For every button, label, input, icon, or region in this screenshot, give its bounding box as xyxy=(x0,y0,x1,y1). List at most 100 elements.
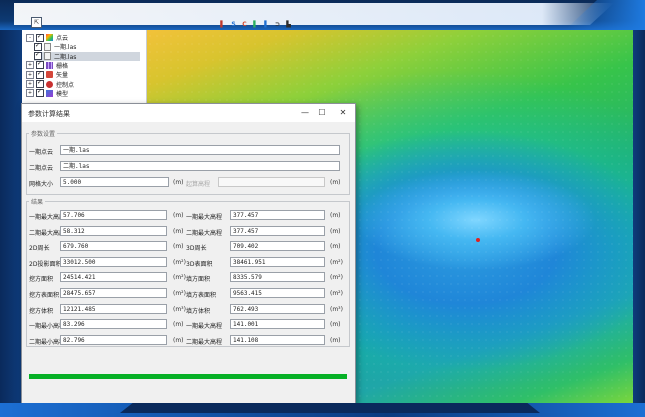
tree-item-label: 矢量 xyxy=(56,72,69,80)
result-unit: (m) xyxy=(330,336,341,344)
top-frame-bar xyxy=(0,0,645,30)
tree-item-vector[interactable]: + 矢量 xyxy=(26,70,140,79)
result-unit: (m) xyxy=(330,227,341,235)
result-value-field[interactable]: 83.296 xyxy=(60,319,167,330)
layer-visibility-checkbox[interactable] xyxy=(36,33,44,42)
phase2-cloud-label: 二期点云 xyxy=(29,165,54,172)
left-frame xyxy=(0,30,22,403)
layer-visibility-checkbox[interactable] xyxy=(36,88,44,98)
result-value-field[interactable]: 377.457 xyxy=(230,210,325,220)
result-unit: (m²) xyxy=(173,290,186,297)
grid-size-label: 网格大小 xyxy=(29,181,54,188)
vector-icon xyxy=(46,71,53,79)
toolbar-green-button[interactable]: ▌ xyxy=(251,20,260,29)
result-label: 3D表面积 xyxy=(186,260,213,268)
restore-window-icon[interactable]: ⇱ xyxy=(31,17,42,28)
tree-item-label: 控制点 xyxy=(56,81,75,89)
expand-icon[interactable]: + xyxy=(26,70,34,79)
result-value-field[interactable]: 709.402 xyxy=(230,241,325,252)
phase2-cloud-field[interactable]: 二期.las xyxy=(60,161,340,171)
result-value-field[interactable]: 12121.485 xyxy=(60,303,167,314)
result-label: 二期最大高程 xyxy=(186,229,223,237)
tree-item-raster[interactable]: + 栅格 xyxy=(26,60,140,70)
result-label: 一期最大高程 xyxy=(186,214,223,221)
result-unit: (m²) xyxy=(330,258,343,266)
result-value-field[interactable]: 8335.579 xyxy=(230,272,325,283)
tree-item-phase1-las[interactable]: 一期.las xyxy=(34,42,140,51)
result-unit: (m²) xyxy=(173,258,186,266)
layer-visibility-checkbox[interactable] xyxy=(34,42,42,51)
tree-item-phase2-las[interactable]: 二期.las xyxy=(34,51,140,61)
maximize-button[interactable]: ☐ xyxy=(315,107,329,119)
tree-item-label: 点云 xyxy=(56,35,69,42)
grid-size-unit: (m) xyxy=(173,179,184,186)
phase1-cloud-field[interactable]: 一期.las xyxy=(60,145,340,155)
result-unit: (m) xyxy=(173,336,184,344)
result-unit: (m) xyxy=(173,321,184,329)
file-icon xyxy=(44,42,51,51)
result-value-field[interactable]: 82.796 xyxy=(60,334,167,345)
tree-item-control-points[interactable]: + 控制点 xyxy=(26,79,140,89)
toolbar-s-button[interactable]: S xyxy=(229,20,238,29)
control-point-icon xyxy=(46,80,53,88)
model-icon xyxy=(46,89,53,97)
result-value-field[interactable]: 377.457 xyxy=(230,225,325,236)
result-value-field[interactable]: 24514.421 xyxy=(60,272,167,283)
result-value-field[interactable]: 679.760 xyxy=(60,241,167,252)
toolbar-blue-button[interactable]: ▌ xyxy=(262,20,271,29)
close-button[interactable]: ✕ xyxy=(336,107,350,119)
result-value-field[interactable]: 58.312 xyxy=(60,225,167,236)
result-unit: (m³) xyxy=(173,305,186,313)
bottom-frame-notch xyxy=(120,403,540,413)
result-label: 一期最大高程 xyxy=(186,323,223,331)
progress-bar-fill xyxy=(29,374,347,379)
result-value-field[interactable]: 33012.500 xyxy=(60,256,167,267)
result-value-field[interactable]: 57.706 xyxy=(60,210,167,220)
expand-icon[interactable]: + xyxy=(26,80,34,88)
grid-size-field[interactable]: 5.000 xyxy=(60,177,169,187)
result-label: 挖方面积 xyxy=(29,276,54,284)
minimize-button[interactable]: — xyxy=(298,107,312,119)
collapse-icon[interactable]: - xyxy=(26,33,34,42)
expand-icon[interactable]: + xyxy=(26,61,34,70)
result-label: 2D周长 xyxy=(29,245,50,253)
file-icon xyxy=(44,52,51,61)
base-elevation-label: 起算高程 xyxy=(186,181,211,188)
layer-visibility-checkbox[interactable] xyxy=(36,60,44,70)
result-label: 2D投影面积 xyxy=(29,260,62,268)
result-unit: (m²) xyxy=(330,290,343,297)
toolbar-c-button[interactable]: C xyxy=(240,20,249,29)
toolbar-layout-button[interactable]: ▙ xyxy=(284,20,293,29)
layer-visibility-checkbox[interactable] xyxy=(34,51,42,61)
tree-item-label: 栅格 xyxy=(56,62,69,70)
layer-tree-panel: - 点云一期.las二期.las + 栅格 + 矢量 + 控制点 + 模型 xyxy=(22,30,147,104)
result-value-field[interactable]: 141.108 xyxy=(230,334,325,345)
layer-visibility-checkbox[interactable] xyxy=(36,79,44,88)
toolbar-magnet-button[interactable]: ⊃ xyxy=(273,20,282,29)
bottom-frame-bar xyxy=(0,403,645,417)
dialog-title-bar[interactable]: 参数计算结果 — ☐ ✕ xyxy=(22,104,355,122)
expand-icon[interactable]: + xyxy=(26,89,34,98)
raster-icon xyxy=(46,61,53,69)
layer-visibility-checkbox[interactable] xyxy=(36,70,44,79)
result-label: 挖方体积 xyxy=(29,307,54,315)
result-value-field[interactable]: 28475.657 xyxy=(60,288,167,298)
base-elevation-field[interactable] xyxy=(218,177,325,187)
toolbar-bar-button[interactable]: ▌ xyxy=(218,20,227,29)
result-label: 填方体积 xyxy=(186,307,211,315)
result-value-field[interactable]: 38461.951 xyxy=(230,256,325,267)
result-unit: (m) xyxy=(330,243,341,251)
result-value-field[interactable]: 9563.415 xyxy=(230,288,325,298)
dialog-title: 参数计算结果 xyxy=(28,110,70,118)
tree-item-point-cloud[interactable]: - 点云 xyxy=(26,33,140,42)
result-unit: (m) xyxy=(330,212,341,219)
tree-item-label: 一期.las xyxy=(54,44,77,52)
param-settings-legend: 参数设置 xyxy=(29,129,58,138)
right-frame xyxy=(633,30,645,403)
result-value-field[interactable]: 141.001 xyxy=(230,319,325,330)
phase1-cloud-label: 一期点云 xyxy=(29,149,54,156)
top-frame-stripe xyxy=(14,3,614,25)
result-value-field[interactable]: 762.493 xyxy=(230,303,325,314)
map-marker-point[interactable] xyxy=(476,238,480,242)
tree-item-model[interactable]: + 模型 xyxy=(26,88,140,98)
